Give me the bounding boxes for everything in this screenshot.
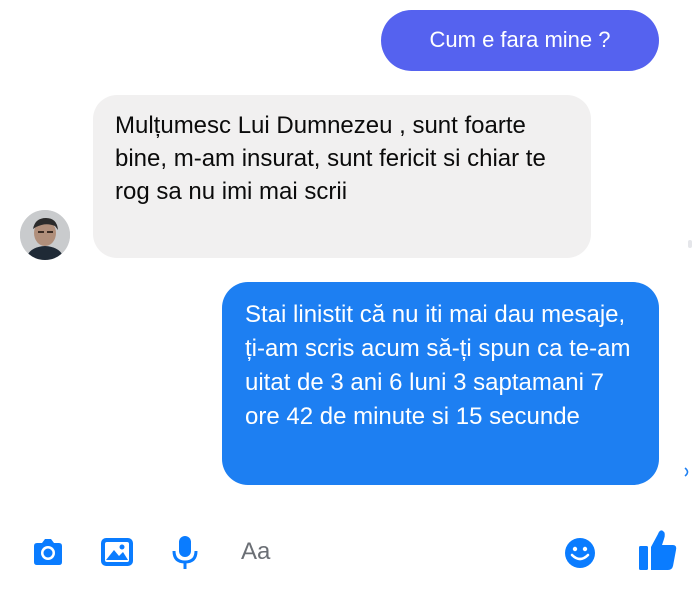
avatar[interactable]: [20, 210, 70, 260]
emoji-button[interactable]: [560, 532, 600, 572]
photo-button[interactable]: [97, 532, 137, 572]
message-text: Mulțumesc Lui Dumnezeu , sunt foarte bin…: [115, 112, 546, 205]
message-input[interactable]: Aa: [230, 528, 530, 578]
thumbs-up-icon: [639, 530, 677, 570]
camera-icon: [34, 539, 62, 565]
message-composer: Aa: [0, 520, 700, 595]
voice-button[interactable]: [165, 532, 205, 572]
camera-button[interactable]: [28, 532, 68, 572]
message-text: Cum e fara mine ?: [429, 27, 611, 53]
message-sent[interactable]: Stai linistit că nu iti mai dau mesaje, …: [222, 282, 659, 485]
image-icon: [101, 538, 133, 566]
microphone-icon: [172, 536, 198, 569]
emoji-icon: [565, 538, 595, 568]
like-button[interactable]: [636, 526, 680, 574]
message-input-placeholder: Aa: [241, 538, 271, 565]
message-text: Stai linistit că nu iti mai dau mesaje, …: [245, 301, 631, 430]
avatar-image: [20, 210, 70, 260]
message-sent[interactable]: Cum e fara mine ?: [381, 10, 659, 71]
message-received[interactable]: Mulțumesc Lui Dumnezeu , sunt foarte bin…: [93, 95, 591, 258]
seen-indicator: [683, 465, 691, 477]
scroll-indicator: [688, 240, 692, 248]
